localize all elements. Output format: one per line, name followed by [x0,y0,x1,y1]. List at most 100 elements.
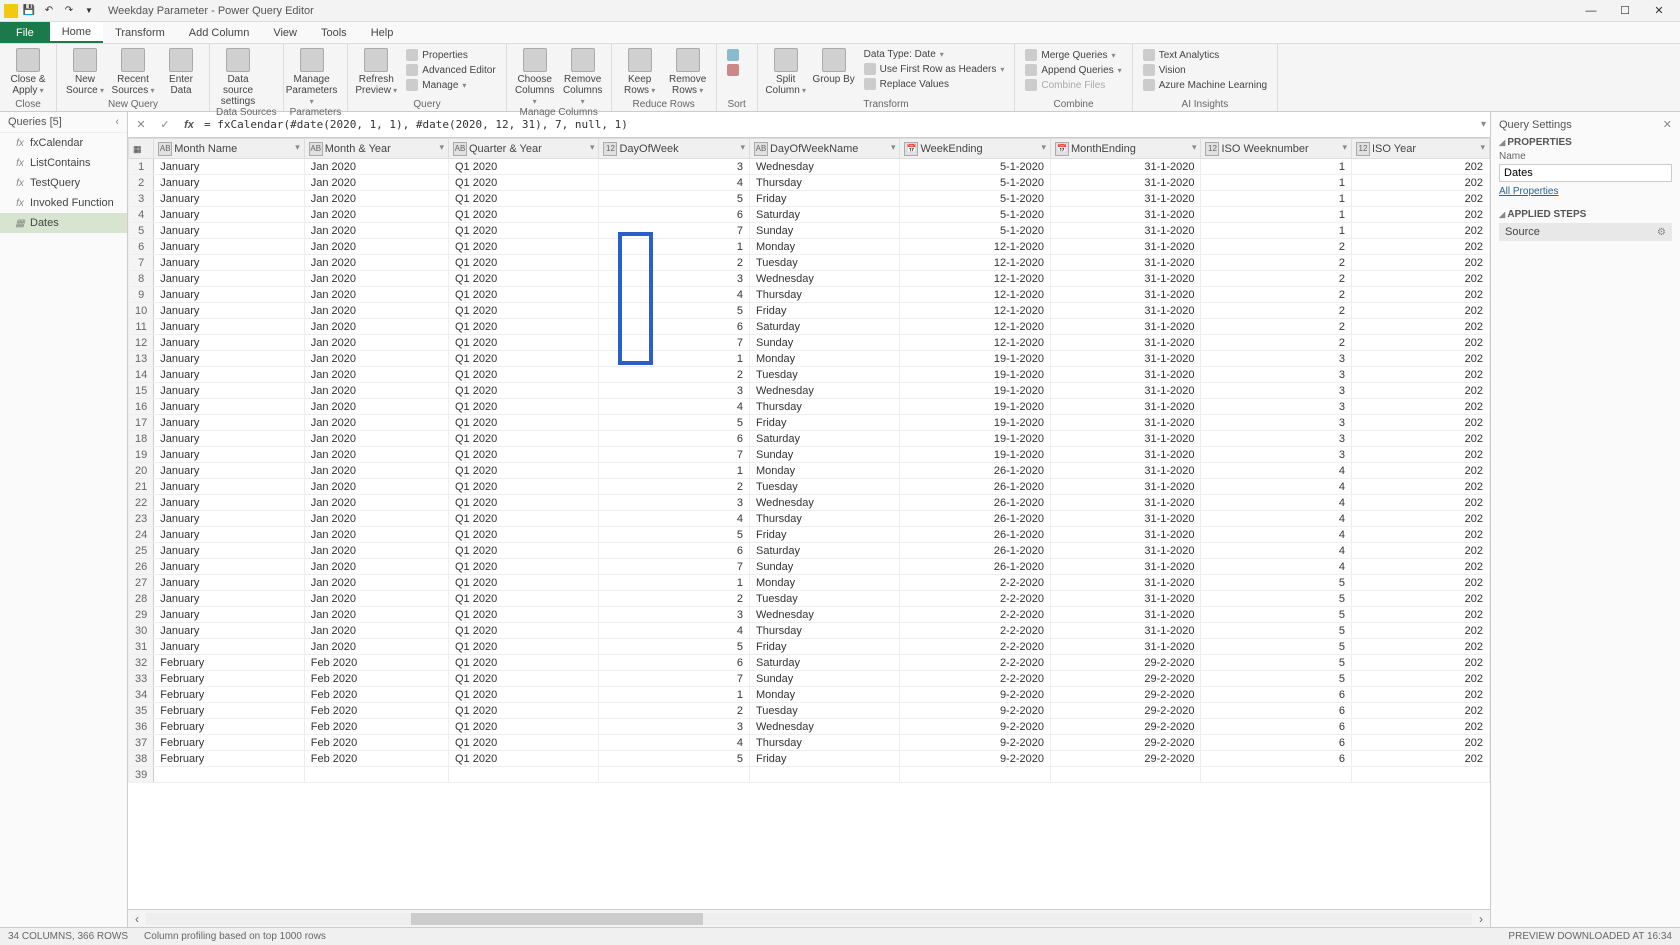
cell[interactable]: 6 [1201,735,1352,751]
cell[interactable]: Feb 2020 [304,687,448,703]
table-row[interactable]: 5JanuaryJan 2020Q1 20207Sunday5-1-202031… [129,223,1490,239]
cell[interactable]: 4 [1201,463,1352,479]
cell[interactable]: 31-1-2020 [1050,527,1201,543]
table-row[interactable]: 25JanuaryJan 2020Q1 20206Saturday26-1-20… [129,543,1490,559]
step-source[interactable]: Source ⚙ [1499,223,1672,241]
cell[interactable]: Jan 2020 [304,399,448,415]
cell[interactable]: 202 [1351,367,1489,383]
cell[interactable]: January [154,623,305,639]
cell[interactable]: Wednesday [749,719,900,735]
cell[interactable]: 31-1-2020 [1050,207,1201,223]
cell[interactable]: 202 [1351,207,1489,223]
cell[interactable]: 12-1-2020 [900,287,1051,303]
recent-sources-button[interactable]: Recent Sources [111,46,155,96]
cell[interactable]: Q1 2020 [448,703,599,719]
cell[interactable] [1050,767,1201,783]
cell[interactable]: 202 [1351,703,1489,719]
cell[interactable]: Monday [749,687,900,703]
cell[interactable]: Thursday [749,287,900,303]
cell[interactable]: January [154,335,305,351]
cell[interactable]: 7 [599,559,750,575]
redo-icon[interactable]: ↷ [60,2,78,20]
cell[interactable]: January [154,527,305,543]
table-row[interactable]: 29JanuaryJan 2020Q1 20203Wednesday2-2-20… [129,607,1490,623]
row-number[interactable]: 21 [129,479,154,495]
cell[interactable]: 29-2-2020 [1050,687,1201,703]
cell[interactable]: February [154,703,305,719]
row-number[interactable]: 38 [129,751,154,767]
row-number[interactable]: 6 [129,239,154,255]
cell[interactable]: 29-2-2020 [1050,719,1201,735]
cell[interactable]: February [154,751,305,767]
row-number[interactable]: 2 [129,175,154,191]
cell[interactable]: Wednesday [749,607,900,623]
cell[interactable]: 31-1-2020 [1050,495,1201,511]
cell[interactable]: Jan 2020 [304,191,448,207]
cell[interactable]: 19-1-2020 [900,447,1051,463]
cell[interactable]: 26-1-2020 [900,559,1051,575]
cell[interactable]: 1 [1201,191,1352,207]
cell[interactable]: 5-1-2020 [900,159,1051,175]
cell[interactable]: January [154,159,305,175]
cell[interactable]: Saturday [749,207,900,223]
cell[interactable]: 2 [599,255,750,271]
table-row[interactable]: 34FebruaryFeb 2020Q1 20201Monday9-2-2020… [129,687,1490,703]
cell[interactable]: 3 [599,495,750,511]
cell[interactable]: 202 [1351,575,1489,591]
cell[interactable]: Feb 2020 [304,671,448,687]
horizontal-scrollbar[interactable]: ‹ › [128,909,1490,927]
cell[interactable]: 19-1-2020 [900,399,1051,415]
cell[interactable]: Q1 2020 [448,367,599,383]
cell[interactable]: 6 [1201,751,1352,767]
cell[interactable]: Q1 2020 [448,399,599,415]
row-number[interactable]: 32 [129,655,154,671]
cell[interactable]: 31-1-2020 [1050,543,1201,559]
cell[interactable]: 26-1-2020 [900,543,1051,559]
refresh-preview-button[interactable]: Refresh Preview [354,46,398,96]
cell[interactable]: Jan 2020 [304,303,448,319]
cell[interactable]: Friday [749,639,900,655]
cell[interactable]: Jan 2020 [304,271,448,287]
cell[interactable]: January [154,495,305,511]
query-item-invoked-function[interactable]: fxInvoked Function [0,193,127,213]
cell[interactable]: 1 [599,239,750,255]
enter-data-button[interactable]: Enter Data [159,46,203,96]
row-number[interactable]: 24 [129,527,154,543]
cell[interactable]: 5 [1201,591,1352,607]
cell[interactable]: 12-1-2020 [900,303,1051,319]
cell[interactable]: 1 [599,463,750,479]
row-number[interactable]: 30 [129,623,154,639]
data-source-settings-button[interactable]: Data source settings [216,46,260,107]
cell[interactable]: Monday [749,351,900,367]
cell[interactable]: Q1 2020 [448,447,599,463]
cell[interactable]: Q1 2020 [448,719,599,735]
cell[interactable]: 31-1-2020 [1050,383,1201,399]
cell[interactable]: Jan 2020 [304,255,448,271]
cell[interactable]: 19-1-2020 [900,431,1051,447]
table-row[interactable]: 36FebruaryFeb 2020Q1 20203Wednesday9-2-2… [129,719,1490,735]
table-row[interactable]: 9JanuaryJan 2020Q1 20204Thursday12-1-202… [129,287,1490,303]
cell[interactable]: 5 [599,751,750,767]
maximize-button[interactable]: ☐ [1608,1,1642,21]
cell[interactable]: Saturday [749,543,900,559]
table-row[interactable]: 31JanuaryJan 2020Q1 20205Friday2-2-20203… [129,639,1490,655]
cell[interactable]: 6 [1201,703,1352,719]
table-row[interactable]: 4JanuaryJan 2020Q1 20206Saturday5-1-2020… [129,207,1490,223]
cell[interactable]: 12-1-2020 [900,255,1051,271]
table-row[interactable]: 26JanuaryJan 2020Q1 20207Sunday26-1-2020… [129,559,1490,575]
cell[interactable]: January [154,543,305,559]
cell[interactable]: 19-1-2020 [900,351,1051,367]
cell[interactable]: 9-2-2020 [900,719,1051,735]
cell[interactable]: 5 [599,191,750,207]
cell[interactable]: 2 [1201,239,1352,255]
table-row[interactable]: 20JanuaryJan 2020Q1 20201Monday26-1-2020… [129,463,1490,479]
cell[interactable]: Wednesday [749,383,900,399]
table-row[interactable]: 14JanuaryJan 2020Q1 20202Tuesday19-1-202… [129,367,1490,383]
cell[interactable]: 202 [1351,495,1489,511]
row-number[interactable]: 23 [129,511,154,527]
table-row[interactable]: 37FebruaryFeb 2020Q1 20204Thursday9-2-20… [129,735,1490,751]
cell[interactable]: 26-1-2020 [900,479,1051,495]
table-row[interactable]: 7JanuaryJan 2020Q1 20202Tuesday12-1-2020… [129,255,1490,271]
azure-ml-button[interactable]: Azure Machine Learning [1139,78,1271,92]
cell[interactable]: 6 [599,655,750,671]
